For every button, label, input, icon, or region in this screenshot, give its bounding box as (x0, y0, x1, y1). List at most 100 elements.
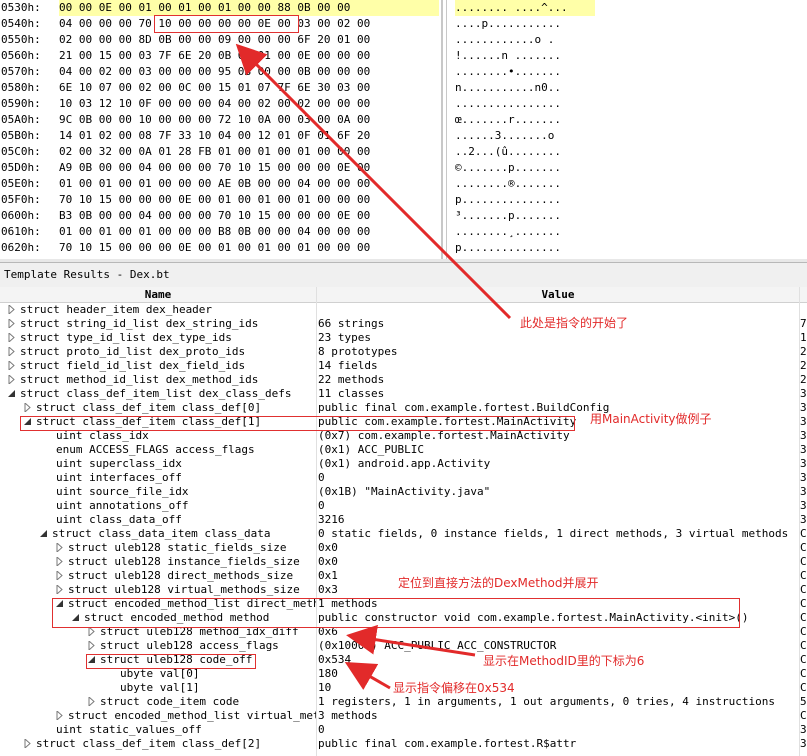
hex-row[interactable]: 0550h: 02 00 00 00 8D 0B 00 00 09 00 00 0… (0, 32, 600, 48)
hex-row[interactable]: 0590h: 10 03 12 10 0F 00 00 00 04 00 02 0… (0, 96, 600, 112)
collapsed-triangle-icon[interactable] (8, 319, 16, 328)
collapsed-triangle-icon[interactable] (24, 403, 32, 412)
collapsed-triangle-icon[interactable] (56, 557, 64, 566)
hex-row-ascii[interactable]: ........®....... (455, 176, 595, 192)
collapsed-triangle-icon[interactable] (88, 641, 96, 650)
tree-row[interactable]: struct class_data_item class_data 0 stati… (0, 527, 807, 541)
tree-row[interactable]: struct uleb128 instance_fields_size 0x0 C (0, 555, 807, 569)
tree-row[interactable]: struct type_id_list dex_type_ids 23 types… (0, 331, 807, 345)
collapsed-triangle-icon[interactable] (56, 711, 64, 720)
tree-row[interactable]: uint source_file_idx (0x1B) "MainActivity… (0, 485, 807, 499)
tree-row[interactable]: uint interfaces_off 0 3 (0, 471, 807, 485)
expanded-triangle-icon[interactable] (56, 599, 64, 608)
hex-row-ascii[interactable]: n...........n0.. (455, 80, 595, 96)
tree-row[interactable]: uint static_values_off 0 3 (0, 723, 807, 737)
expanded-triangle-icon[interactable] (40, 529, 48, 538)
hex-row-bytes[interactable]: 01 00 01 00 01 00 00 00 B8 0B 00 00 04 0… (59, 224, 439, 240)
hex-row[interactable]: 0540h: 04 00 00 00 70 10 00 00 00 00 0E 0… (0, 16, 600, 32)
collapsed-triangle-icon[interactable] (8, 333, 16, 342)
hex-row[interactable]: 0620h: 70 10 15 00 00 00 0E 00 01 00 01 0… (0, 240, 600, 256)
tree-row[interactable]: struct method_id_list dex_method_ids 22 m… (0, 373, 807, 387)
hex-row-bytes[interactable]: 6E 10 07 00 02 00 0C 00 15 01 07 7F 6E 3… (59, 80, 439, 96)
hex-row[interactable]: 0610h: 01 00 01 00 01 00 00 00 B8 0B 00 0… (0, 224, 600, 240)
tree-row[interactable]: struct field_id_list dex_field_ids 14 fie… (0, 359, 807, 373)
hex-row-bytes[interactable]: A9 0B 00 00 04 00 00 00 70 10 15 00 00 0… (59, 160, 439, 176)
hex-row-ascii[interactable]: p............... (455, 240, 595, 256)
hex-row[interactable]: 05E0h: 01 00 01 00 01 00 00 00 AE 0B 00 0… (0, 176, 600, 192)
tree-row[interactable]: uint annotations_off 0 3 (0, 499, 807, 513)
collapsed-triangle-icon[interactable] (8, 347, 16, 356)
hex-row-ascii[interactable]: ..2...(û........ (455, 144, 595, 160)
collapsed-triangle-icon[interactable] (88, 697, 96, 706)
tree-row[interactable]: struct uleb128 method_idx_diff 0x6 C (0, 625, 807, 639)
column-header-value[interactable]: Value (316, 288, 800, 301)
collapsed-triangle-icon[interactable] (8, 305, 16, 314)
hex-row[interactable]: 05F0h: 70 10 15 00 00 00 0E 00 01 00 01 0… (0, 192, 600, 208)
tree-row[interactable]: uint class_data_off 3216 3 (0, 513, 807, 527)
hex-row[interactable]: 05C0h: 02 00 32 00 0A 01 28 FB 01 00 01 0… (0, 144, 600, 160)
hex-row-bytes[interactable]: 14 01 02 00 08 7F 33 10 04 00 12 01 0F 0… (59, 128, 439, 144)
tree-row[interactable]: struct class_def_item_list dex_class_def… (0, 387, 807, 401)
tree-row[interactable]: struct string_id_list dex_string_ids 66 s… (0, 317, 807, 331)
tree-row[interactable]: uint superclass_idx (0x1) android.app.Act… (0, 457, 807, 471)
hex-row-bytes[interactable]: B3 0B 00 00 04 00 00 00 70 10 15 00 00 0… (59, 208, 439, 224)
hex-row-ascii[interactable]: !......n ....... (455, 48, 595, 64)
hex-row[interactable]: 05A0h: 9C 0B 00 00 10 00 00 00 72 10 0A 0… (0, 112, 600, 128)
tree-row[interactable]: struct header_item dex_header (0, 303, 807, 317)
collapsed-triangle-icon[interactable] (56, 543, 64, 552)
hex-row-bytes[interactable]: 9C 0B 00 00 10 00 00 00 72 10 0A 00 03 0… (59, 112, 439, 128)
collapsed-triangle-icon[interactable] (8, 361, 16, 370)
hex-row-bytes[interactable]: 70 10 15 00 00 00 0E 00 01 00 01 00 01 0… (59, 192, 439, 208)
hex-row-bytes[interactable]: 21 00 15 00 03 7F 6E 20 0B 00 01 00 0E 0… (59, 48, 439, 64)
hex-row[interactable]: 0530h: 00 00 0E 00 01 00 01 00 01 00 00 8… (0, 0, 600, 16)
hex-row-bytes[interactable]: 01 00 01 00 01 00 00 00 AE 0B 00 00 04 0… (59, 176, 439, 192)
tree-row[interactable]: struct encoded_method method public const… (0, 611, 807, 625)
hex-row-bytes[interactable]: 02 00 32 00 0A 01 28 FB 01 00 01 00 01 0… (59, 144, 439, 160)
tree-row[interactable]: uint class_idx (0x7) com.example.fortest.… (0, 429, 807, 443)
hex-row-bytes[interactable]: 02 00 00 00 8D 0B 00 00 09 00 00 00 6F 2… (59, 32, 439, 48)
hex-row[interactable]: 0600h: B3 0B 00 00 04 00 00 00 70 10 15 0… (0, 208, 600, 224)
expanded-triangle-icon[interactable] (8, 389, 16, 398)
hex-row-ascii[interactable]: ........ ....^... (455, 0, 595, 16)
tree-row[interactable]: struct encoded_method_list direct_method… (0, 597, 807, 611)
collapsed-triangle-icon[interactable] (56, 571, 64, 580)
expanded-triangle-icon[interactable] (88, 655, 96, 664)
hex-row[interactable]: 0570h: 04 00 02 00 03 00 00 00 95 0B 00 0… (0, 64, 600, 80)
tree-row[interactable]: struct proto_id_list dex_proto_ids 8 prot… (0, 345, 807, 359)
hex-row-ascii[interactable]: ³.......p....... (455, 208, 595, 224)
hex-row-bytes[interactable]: 10 03 12 10 0F 00 00 00 04 00 02 00 02 0… (59, 96, 439, 112)
tree-row[interactable]: struct code_item code 1 registers, 1 in a… (0, 695, 807, 709)
tree-row[interactable]: struct uleb128 code_off 0x534 C (0, 653, 807, 667)
tree-row[interactable]: struct encoded_method_list virtual_met… 3… (0, 709, 807, 723)
tree-row[interactable]: struct uleb128 static_fields_size 0x0 C (0, 541, 807, 555)
tree-row[interactable]: enum ACCESS_FLAGS access_flags (0x1) ACC_… (0, 443, 807, 457)
hex-row-ascii[interactable]: ................ (455, 96, 595, 112)
expanded-triangle-icon[interactable] (72, 613, 80, 622)
hex-row-ascii[interactable]: p............... (455, 192, 595, 208)
hex-row-ascii[interactable]: ........¸....... (455, 224, 595, 240)
column-header-name[interactable]: Name (0, 288, 316, 301)
hex-row-ascii[interactable]: ......3.......o (455, 128, 595, 144)
hex-row-ascii[interactable]: œ.......r....... (455, 112, 595, 128)
hex-row-ascii[interactable]: ©.......p....... (455, 160, 595, 176)
hex-row-bytes[interactable]: 04 00 00 00 70 10 00 00 00 00 0E 00 03 0… (59, 16, 439, 32)
hex-row[interactable]: 0580h: 6E 10 07 00 02 00 0C 00 15 01 07 7… (0, 80, 600, 96)
hex-row-ascii[interactable]: ............o . (455, 32, 595, 48)
tree-row-name-text: uint superclass_idx (56, 457, 182, 470)
hex-row[interactable]: 05D0h: A9 0B 00 00 04 00 00 00 70 10 15 0… (0, 160, 600, 176)
collapsed-triangle-icon[interactable] (56, 585, 64, 594)
collapsed-triangle-icon[interactable] (8, 375, 16, 384)
hex-editor-pane[interactable]: 0530h: 00 00 0E 00 01 00 01 00 01 00 00 8… (0, 0, 807, 262)
hex-row-bytes[interactable]: 70 10 15 00 00 00 0E 00 01 00 01 00 01 0… (59, 240, 439, 256)
tree-row[interactable]: struct class_def_item class_def[2] public… (0, 737, 807, 751)
expanded-triangle-icon[interactable] (24, 417, 32, 426)
hex-row-bytes[interactable]: 04 00 02 00 03 00 00 00 95 0B 00 00 0B 0… (59, 64, 439, 80)
hex-row[interactable]: 05B0h: 14 01 02 00 08 7F 33 10 04 00 12 0… (0, 128, 600, 144)
hex-row-ascii[interactable]: ....p........... (455, 16, 595, 32)
hex-row-bytes[interactable]: 00 00 0E 00 01 00 01 00 01 00 00 88 0B 0… (59, 0, 439, 16)
tree-row[interactable]: struct uleb128 access_flags (0x10001) ACC… (0, 639, 807, 653)
collapsed-triangle-icon[interactable] (24, 739, 32, 748)
hex-row[interactable]: 0560h: 21 00 15 00 03 7F 6E 20 0B 00 01 0… (0, 48, 600, 64)
collapsed-triangle-icon[interactable] (88, 627, 96, 636)
hex-row-ascii[interactable]: ........•....... (455, 64, 595, 80)
